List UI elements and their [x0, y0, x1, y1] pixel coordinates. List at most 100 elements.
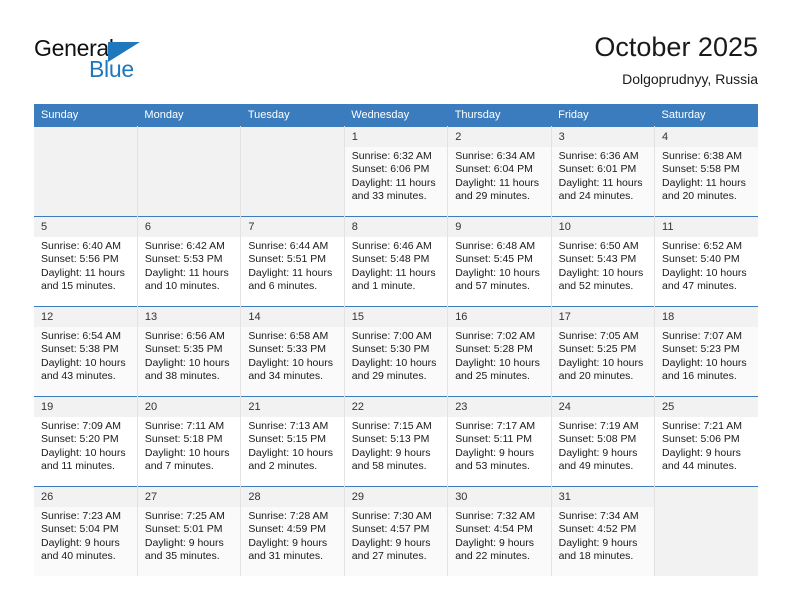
daylight-text: Daylight: 10 hours and 7 minutes.: [144, 446, 230, 473]
calendar-day-cell[interactable]: 6 Sunrise: 6:42 AM Sunset: 5:53 PM Daylight…: [137, 216, 242, 307]
calendar-day-cell[interactable]: 30 Sunrise: 7:32 AM Sunset: 4:54 PM Dayligh…: [447, 486, 552, 576]
day-details: Sunrise: 6:42 AM Sunset: 5:53 PM Daylight:…: [138, 237, 240, 294]
day-number: 24: [551, 397, 655, 417]
calendar-day-cell[interactable]: 31 Sunrise: 7:34 AM Sunset: 4:52 PM Dayligh…: [551, 486, 656, 576]
day-number: 1: [344, 127, 448, 147]
day-number: 25: [655, 397, 758, 417]
day-details: Sunrise: 7:19 AM Sunset: 5:08 PM Daylight:…: [552, 417, 654, 474]
sunrise-text: Sunrise: 7:32 AM: [455, 510, 536, 522]
weekday-header-sunday: Sunday: [34, 104, 138, 127]
daylight-text: Daylight: 9 hours and 44 minutes.: [662, 446, 741, 473]
calendar-day-cell[interactable]: 22 Sunrise: 7:15 AM Sunset: 5:13 PM Dayligh…: [344, 396, 449, 487]
calendar-day-cell[interactable]: 20 Sunrise: 7:11 AM Sunset: 5:18 PM Dayligh…: [137, 396, 242, 487]
day-number: 4: [655, 127, 758, 147]
sunset-text: Sunset: 4:59 PM: [248, 523, 326, 536]
general-blue-logo[interactable]: General Blue: [34, 35, 164, 85]
daylight-text: Daylight: 9 hours and 53 minutes.: [455, 446, 534, 473]
calendar-day-cell[interactable]: 25 Sunrise: 7:21 AM Sunset: 5:06 PM Dayligh…: [654, 396, 758, 487]
calendar-day-cell[interactable]: 11 Sunrise: 6:52 AM Sunset: 5:40 PM Dayligh…: [654, 216, 758, 307]
title-block: October 2025 Dolgoprudnyy, Russia: [594, 30, 758, 89]
day-details: Sunrise: 6:34 AM Sunset: 6:04 PM Daylight:…: [448, 147, 550, 204]
daylight-text: Daylight: 9 hours and 18 minutes.: [558, 536, 638, 563]
day-number: 14: [241, 307, 344, 327]
day-details: Sunrise: 6:56 AM Sunset: 5:35 PM Daylight:…: [138, 327, 240, 384]
calendar-day-cell[interactable]: 24 Sunrise: 7:19 AM Sunset: 5:08 PM Dayligh…: [551, 396, 656, 487]
page-subtitle: Dolgoprudnyy, Russia: [622, 71, 758, 87]
day-details: Sunrise: 7:15 AM Sunset: 5:13 PM Daylight:…: [345, 417, 447, 474]
daylight-text: Daylight: 11 hours and 33 minutes.: [351, 176, 436, 203]
calendar-day-cell[interactable]: 10 Sunrise: 6:50 AM Sunset: 5:43 PM Dayligh…: [551, 216, 656, 307]
day-details: Sunrise: 6:58 AM Sunset: 5:33 PM Daylight:…: [241, 327, 343, 384]
daylight-text: Daylight: 10 hours and 20 minutes.: [558, 356, 644, 383]
calendar-day-cell[interactable]: 21 Sunrise: 7:13 AM Sunset: 5:15 PM Dayligh…: [240, 396, 345, 487]
calendar-day-cell[interactable]: 18 Sunrise: 7:07 AM Sunset: 5:23 PM Dayligh…: [654, 306, 758, 397]
day-number: 11: [655, 217, 758, 237]
calendar-day-cell[interactable]: 17 Sunrise: 7:05 AM Sunset: 5:25 PM Dayligh…: [551, 306, 656, 397]
day-details: Sunrise: 6:52 AM Sunset: 5:40 PM Daylight:…: [655, 237, 758, 294]
day-details: Sunrise: 6:48 AM Sunset: 5:45 PM Daylight:…: [448, 237, 550, 294]
daylight-text: Daylight: 9 hours and 31 minutes.: [248, 536, 328, 563]
calendar-day-cell[interactable]: 15 Sunrise: 7:00 AM Sunset: 5:30 PM Dayligh…: [344, 306, 449, 397]
day-details: Sunrise: 7:34 AM Sunset: 4:52 PM Daylight:…: [552, 507, 654, 564]
calendar-day-cell[interactable]: 4 Sunrise: 6:38 AM Sunset: 5:58 PM Daylight…: [654, 126, 758, 217]
sunset-text: Sunset: 5:48 PM: [351, 253, 430, 266]
sunrise-text: Sunrise: 7:17 AM: [455, 420, 536, 432]
daylight-text: Daylight: 9 hours and 22 minutes.: [455, 536, 534, 563]
calendar-day-cell[interactable]: 29 Sunrise: 7:30 AM Sunset: 4:57 PM Dayligh…: [344, 486, 449, 576]
day-number: 21: [241, 397, 344, 417]
day-details: Sunrise: 6:44 AM Sunset: 5:51 PM Daylight:…: [241, 237, 343, 294]
calendar-day-cell[interactable]: 28 Sunrise: 7:28 AM Sunset: 4:59 PM Dayligh…: [240, 486, 345, 576]
calendar-day-cell[interactable]: 23 Sunrise: 7:17 AM Sunset: 5:11 PM Dayligh…: [447, 396, 552, 487]
calendar-day-cell[interactable]: 27 Sunrise: 7:25 AM Sunset: 5:01 PM Dayligh…: [137, 486, 242, 576]
calendar-day-cell[interactable]: 7 Sunrise: 6:44 AM Sunset: 5:51 PM Daylight…: [240, 216, 345, 307]
calendar-day-cell[interactable]: 16 Sunrise: 7:02 AM Sunset: 5:28 PM Dayligh…: [447, 306, 552, 397]
day-details: Sunrise: 6:54 AM Sunset: 5:38 PM Daylight:…: [34, 327, 137, 384]
sunrise-text: Sunrise: 7:30 AM: [351, 510, 432, 522]
day-details: Sunrise: 7:28 AM Sunset: 4:59 PM Daylight:…: [241, 507, 343, 564]
calendar-week-row: 26 Sunrise: 7:23 AM Sunset: 5:04 PM Dayligh…: [34, 486, 758, 576]
sunset-text: Sunset: 5:01 PM: [144, 523, 223, 536]
day-number: 31: [551, 487, 655, 507]
sunset-text: Sunset: 5:08 PM: [558, 433, 637, 446]
sunset-text: Sunset: 5:20 PM: [41, 433, 119, 446]
day-number: 19: [34, 397, 137, 417]
calendar-day-cell[interactable]: 5 Sunrise: 6:40 AM Sunset: 5:56 PM Daylight…: [34, 216, 138, 307]
sunrise-text: Sunrise: 7:07 AM: [662, 330, 742, 342]
calendar-week-row: 19 Sunrise: 7:09 AM Sunset: 5:20 PM Dayligh…: [34, 396, 758, 487]
daylight-text: Daylight: 11 hours and 15 minutes.: [41, 266, 125, 293]
sunset-text: Sunset: 4:52 PM: [558, 523, 637, 536]
daylight-text: Daylight: 11 hours and 24 minutes.: [558, 176, 643, 203]
calendar-day-cell[interactable]: 12 Sunrise: 6:54 AM Sunset: 5:38 PM Dayligh…: [34, 306, 138, 397]
sunset-text: Sunset: 5:40 PM: [662, 253, 740, 266]
day-details: Sunrise: 6:46 AM Sunset: 5:48 PM Daylight:…: [345, 237, 447, 294]
calendar-day-cell[interactable]: 19 Sunrise: 7:09 AM Sunset: 5:20 PM Dayligh…: [34, 396, 138, 487]
calendar-day-cell[interactable]: 9 Sunrise: 6:48 AM Sunset: 5:45 PM Daylight…: [447, 216, 552, 307]
sunset-text: Sunset: 5:38 PM: [41, 343, 119, 356]
calendar-day-cell[interactable]: 8 Sunrise: 6:46 AM Sunset: 5:48 PM Daylight…: [344, 216, 449, 307]
day-details: Sunrise: 6:40 AM Sunset: 5:56 PM Daylight:…: [34, 237, 137, 294]
sunset-text: Sunset: 4:54 PM: [455, 523, 533, 536]
calendar-day-cell[interactable]: 1 Sunrise: 6:32 AM Sunset: 6:06 PM Daylight…: [344, 126, 449, 217]
daylight-text: Daylight: 10 hours and 16 minutes.: [662, 356, 747, 383]
sunrise-text: Sunrise: 7:11 AM: [144, 420, 225, 432]
daylight-text: Daylight: 9 hours and 35 minutes.: [144, 536, 224, 563]
sunrise-text: Sunrise: 6:40 AM: [41, 240, 121, 252]
day-details: Sunrise: 7:00 AM Sunset: 5:30 PM Daylight:…: [345, 327, 447, 384]
day-details: Sunrise: 7:21 AM Sunset: 5:06 PM Daylight:…: [655, 417, 758, 474]
page-header: General Blue October 2025 Dolgoprudnyy, …: [0, 0, 792, 104]
sunrise-text: Sunrise: 6:36 AM: [558, 150, 639, 162]
daylight-text: Daylight: 10 hours and 47 minutes.: [662, 266, 747, 293]
daylight-text: Daylight: 10 hours and 38 minutes.: [144, 356, 230, 383]
sunrise-text: Sunrise: 6:56 AM: [144, 330, 225, 342]
daylight-text: Daylight: 11 hours and 1 minute.: [351, 266, 436, 293]
daylight-text: Daylight: 11 hours and 10 minutes.: [144, 266, 229, 293]
calendar-week-row: 1 Sunrise: 6:32 AM Sunset: 6:06 PM Daylight…: [34, 126, 758, 217]
sunrise-text: Sunrise: 6:46 AM: [351, 240, 432, 252]
weekday-header-friday: Friday: [551, 104, 655, 127]
calendar-day-cell[interactable]: 26 Sunrise: 7:23 AM Sunset: 5:04 PM Dayligh…: [34, 486, 138, 576]
calendar-day-cell[interactable]: 3 Sunrise: 6:36 AM Sunset: 6:01 PM Daylight…: [551, 126, 656, 217]
calendar-day-cell[interactable]: 2 Sunrise: 6:34 AM Sunset: 6:04 PM Daylight…: [447, 126, 552, 217]
calendar-day-cell[interactable]: 13 Sunrise: 6:56 AM Sunset: 5:35 PM Dayligh…: [137, 306, 242, 397]
calendar-day-cell[interactable]: 14 Sunrise: 6:58 AM Sunset: 5:33 PM Dayligh…: [240, 306, 345, 397]
day-details: Sunrise: 6:36 AM Sunset: 6:01 PM Daylight:…: [552, 147, 654, 204]
